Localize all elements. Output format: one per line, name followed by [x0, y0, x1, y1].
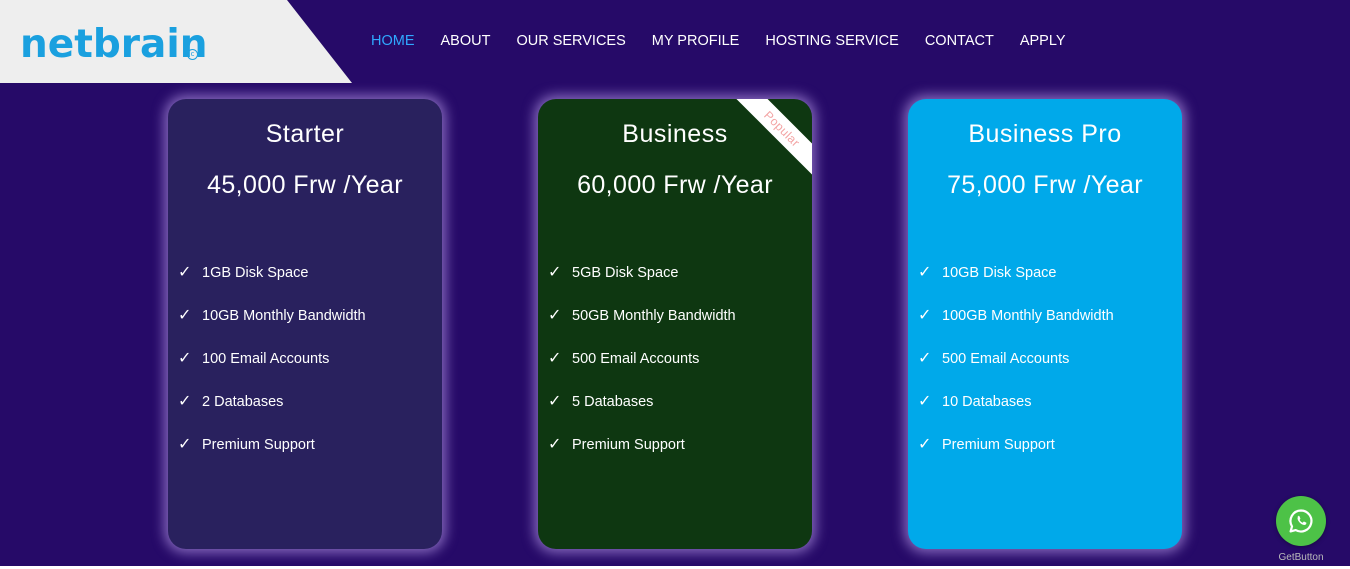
check-icon: ✓	[918, 436, 932, 453]
plan-title: Business	[622, 120, 728, 148]
check-icon: ✓	[548, 350, 562, 367]
nav-hosting-service[interactable]: HOSTING SERVICE	[765, 33, 898, 49]
feature-item: ✓ 50GB Monthly Bandwidth	[548, 307, 736, 350]
check-icon: ✓	[548, 307, 562, 324]
check-icon: ✓	[918, 307, 932, 324]
main-nav: HOME ABOUT OUR SERVICES MY PROFILE HOSTI…	[371, 33, 1092, 49]
feature-label: 2 Databases	[202, 394, 284, 410]
check-icon: ✓	[918, 264, 932, 281]
check-icon: ✓	[178, 393, 192, 410]
nav-my-profile[interactable]: MY PROFILE	[652, 33, 740, 49]
feature-item: ✓ 1GB Disk Space	[178, 264, 366, 307]
feature-list: ✓ 5GB Disk Space ✓ 50GB Monthly Bandwidth …	[548, 264, 736, 479]
feature-label: 10GB Disk Space	[942, 265, 1057, 281]
feature-label: 50GB Monthly Bandwidth	[572, 308, 736, 324]
feature-label: 5 Databases	[572, 394, 654, 410]
check-icon: ✓	[548, 393, 562, 410]
check-icon: ✓	[548, 264, 562, 281]
feature-item: ✓ 5 Databases	[548, 393, 736, 436]
plan-card-business-pro: Business Pro 75,000 Frw /Year ✓ 10GB Disk…	[908, 99, 1182, 549]
copyright-icon: c	[187, 49, 198, 60]
feature-item: ✓ 10 Databases	[918, 393, 1114, 436]
feature-label: 500 Email Accounts	[572, 351, 700, 367]
feature-label: 500 Email Accounts	[942, 351, 1070, 367]
plan-title: Starter	[265, 120, 345, 148]
feature-label: Premium Support	[942, 437, 1055, 453]
nav-about[interactable]: ABOUT	[441, 33, 491, 49]
feature-label: 100GB Monthly Bandwidth	[942, 308, 1114, 324]
plan-card-starter: Starter 45,000 Frw /Year ✓ 1GB Disk Space…	[168, 99, 442, 549]
feature-label: 5GB Disk Space	[572, 265, 679, 281]
feature-item: ✓ 10GB Disk Space	[918, 264, 1114, 307]
feature-label: 10GB Monthly Bandwidth	[202, 308, 366, 324]
feature-item: ✓ 100 Email Accounts	[178, 350, 366, 393]
nav-our-services[interactable]: OUR SERVICES	[516, 33, 625, 49]
check-icon: ✓	[548, 436, 562, 453]
feature-label: 100 Email Accounts	[202, 351, 330, 367]
check-icon: ✓	[178, 307, 192, 324]
check-icon: ✓	[918, 393, 932, 410]
check-icon: ✓	[178, 436, 192, 453]
feature-item: ✓ 500 Email Accounts	[548, 350, 736, 393]
feature-label: Premium Support	[572, 437, 685, 453]
whatsapp-icon	[1289, 509, 1313, 533]
feature-item: ✓ Premium Support	[548, 436, 736, 479]
feature-list: ✓ 10GB Disk Space ✓ 100GB Monthly Bandwidt…	[918, 264, 1114, 479]
logo-area[interactable]: netbrain c	[0, 0, 352, 83]
feature-item: ✓ 2 Databases	[178, 393, 366, 436]
plan-card-business: Popular Business 60,000 Frw /Year ✓ 5GB D…	[538, 99, 812, 549]
feature-item: ✓ 100GB Monthly Bandwidth	[918, 307, 1114, 350]
feature-item: ✓ Premium Support	[918, 436, 1114, 479]
feature-label: Premium Support	[202, 437, 315, 453]
feature-label: 1GB Disk Space	[202, 265, 309, 281]
nav-contact[interactable]: CONTACT	[925, 33, 994, 49]
feature-item: ✓ 500 Email Accounts	[918, 350, 1114, 393]
plan-price: 45,000 Frw /Year	[207, 171, 403, 199]
feature-item: ✓ Premium Support	[178, 436, 366, 479]
feature-list: ✓ 1GB Disk Space ✓ 10GB Monthly Bandwidth …	[178, 264, 366, 479]
feature-item: ✓ 10GB Monthly Bandwidth	[178, 307, 366, 350]
plan-price: 60,000 Frw /Year	[577, 171, 773, 199]
whatsapp-button[interactable]	[1276, 496, 1326, 546]
check-icon: ✓	[178, 264, 192, 281]
getbutton-label[interactable]: GetButton	[1262, 552, 1340, 564]
nav-home[interactable]: HOME	[371, 33, 415, 49]
check-icon: ✓	[178, 350, 192, 367]
logo-text[interactable]: netbrain	[20, 20, 207, 70]
feature-label: 10 Databases	[942, 394, 1032, 410]
plan-price: 75,000 Frw /Year	[947, 171, 1143, 199]
feature-item: ✓ 5GB Disk Space	[548, 264, 736, 307]
plan-title: Business Pro	[968, 120, 1122, 148]
nav-apply[interactable]: APPLY	[1020, 33, 1066, 49]
check-icon: ✓	[918, 350, 932, 367]
